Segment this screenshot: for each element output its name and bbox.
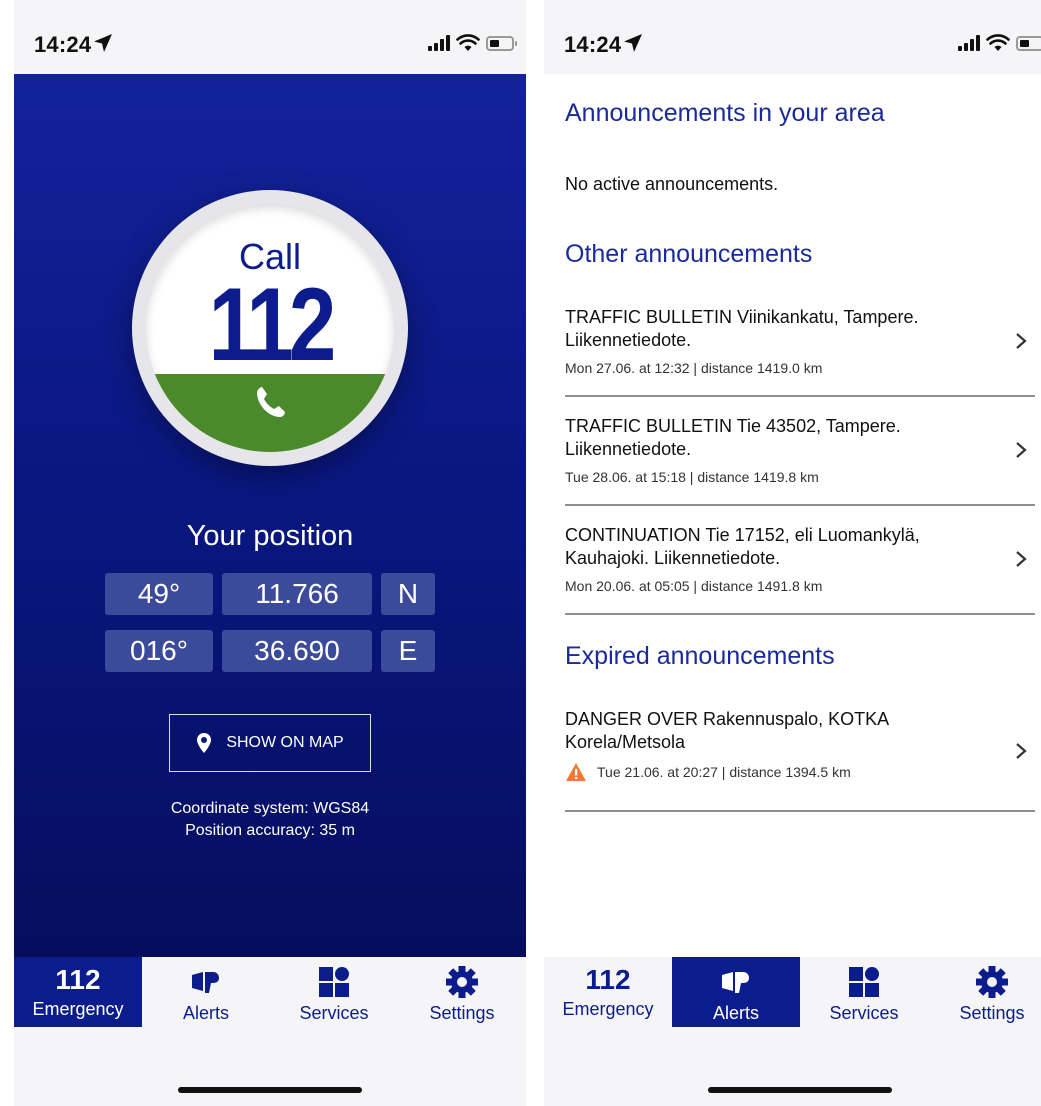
longitude-hemisphere: E: [381, 630, 435, 672]
tab-emergency-label: Emergency: [562, 999, 654, 1019]
announcement-item[interactable]: CONTINUATION Tie 17152, eli Luomankylä, …: [565, 524, 1035, 594]
warning-icon: [566, 763, 586, 781]
chevron-right-icon: [1016, 333, 1027, 349]
tab-alerts[interactable]: Alerts: [672, 957, 800, 1027]
status-time: 14:24: [564, 32, 622, 57]
tab-bar: 112 Emergency Alerts Services Settings: [544, 957, 1041, 1106]
tab-alerts[interactable]: Alerts: [142, 957, 270, 1027]
wifi-icon: [456, 34, 480, 51]
tab-emergency[interactable]: 112 Emergency: [544, 957, 672, 1027]
phone-icon: [257, 387, 285, 417]
status-icons: [958, 34, 1041, 52]
tab-emergency-label: Emergency: [32, 999, 124, 1019]
expired-announcements-title: Expired announcements: [565, 642, 835, 670]
alerts-screen: 14:24 Announcements in your area No acti…: [544, 0, 1041, 1106]
tab-emergency[interactable]: 112 Emergency: [14, 957, 142, 1027]
location-arrow-icon: [94, 34, 112, 52]
gear-icon: [446, 966, 478, 998]
megaphone-icon: [722, 972, 749, 993]
signal-icon: [958, 35, 980, 51]
emergency-screen: 14:24 Call 112 Your position 49° 11.766 …: [14, 0, 526, 1106]
announcement-title: TRAFFIC BULLETIN Tie 43502, Tampere. Lii…: [565, 416, 901, 459]
wifi-icon: [986, 34, 1010, 51]
coordinate-system: Coordinate system: WGS84: [170, 800, 370, 817]
status-bar: 14:24: [544, 0, 1041, 74]
gear-icon: [976, 966, 1008, 998]
show-on-map-button[interactable]: SHOW ON MAP: [169, 714, 371, 772]
status-time: 14:24: [34, 32, 92, 57]
tab-bar: 112 Emergency Alerts Services Settings: [14, 957, 526, 1106]
longitude-degrees: 016°: [105, 630, 213, 672]
status-bar: 14:24: [14, 0, 526, 74]
tab-services-label: Services: [829, 1003, 899, 1023]
signal-icon: [428, 35, 450, 51]
megaphone-icon: [192, 972, 219, 993]
tab-alerts-label: Alerts: [712, 1003, 759, 1023]
map-pin-icon: [197, 733, 212, 753]
position-accuracy: Position accuracy: 35 m: [185, 822, 355, 839]
divider: [565, 613, 1035, 615]
show-on-map-label: SHOW ON MAP: [226, 734, 344, 751]
announcement-item[interactable]: TRAFFIC BULLETIN Tie 43502, Tampere. Lii…: [565, 415, 1035, 485]
tab-alerts-label: Alerts: [182, 1003, 229, 1023]
call-number: 112: [208, 267, 337, 383]
latitude-minutes: 11.766: [222, 573, 372, 615]
latitude-hemisphere: N: [381, 573, 435, 615]
location-arrow-icon: [624, 34, 642, 52]
coordinate-info: Coordinate system: WGS84 Position accura…: [14, 798, 526, 842]
announcement-title: DANGER OVER Rakennuspalo, KOTKA Korela/M…: [565, 709, 889, 752]
position-title: Your position: [186, 520, 354, 552]
tab-settings[interactable]: Settings: [398, 957, 526, 1027]
emergency-112-icon: 112: [55, 964, 101, 995]
divider: [565, 395, 1035, 397]
area-announcements-title: Announcements in your area: [565, 99, 885, 127]
alerts-content: Announcements in your area No active ann…: [544, 74, 1041, 957]
tab-settings[interactable]: Settings: [928, 957, 1041, 1027]
tab-services-label: Services: [299, 1003, 369, 1023]
longitude-minutes: 36.690: [222, 630, 372, 672]
announcement-item[interactable]: DANGER OVER Rakennuspalo, KOTKA Korela/M…: [565, 708, 1035, 782]
home-indicator[interactable]: [178, 1087, 362, 1093]
announcement-meta: Tue 21.06. at 20:27 | distance 1394.5 km: [597, 764, 851, 780]
other-announcements-title: Other announcements: [565, 240, 813, 268]
tab-services[interactable]: Services: [800, 957, 928, 1027]
announcement-title: TRAFFIC BULLETIN Viinikankatu, Tampere. …: [565, 307, 919, 350]
call-112-button[interactable]: Call 112: [132, 190, 408, 466]
status-icons: [428, 34, 517, 52]
announcement-item[interactable]: TRAFFIC BULLETIN Viinikankatu, Tampere. …: [565, 306, 1035, 376]
home-indicator[interactable]: [708, 1087, 892, 1093]
emergency-112-icon: 112: [585, 964, 631, 995]
grid-icon: [849, 967, 879, 997]
battery-icon: [1016, 35, 1041, 51]
divider: [565, 504, 1035, 506]
tab-settings-label: Settings: [959, 1003, 1025, 1023]
battery-icon: [486, 35, 517, 51]
announcement-title: CONTINUATION Tie 17152, eli Luomankylä, …: [565, 525, 920, 568]
no-active-text: No active announcements.: [565, 174, 779, 194]
announcement-meta: Mon 20.06. at 05:05 | distance 1491.8 km: [565, 578, 823, 594]
tab-settings-label: Settings: [429, 1003, 495, 1023]
announcement-meta: Tue 28.06. at 15:18 | distance 1419.8 km: [565, 469, 819, 485]
tab-services[interactable]: Services: [270, 957, 398, 1027]
chevron-right-icon: [1016, 442, 1027, 458]
announcement-meta: Mon 27.06. at 12:32 | distance 1419.0 km: [565, 360, 823, 376]
latitude-degrees: 49°: [105, 573, 213, 615]
chevron-right-icon: [1016, 743, 1027, 759]
chevron-right-icon: [1016, 551, 1027, 567]
grid-icon: [319, 967, 349, 997]
divider: [565, 810, 1035, 812]
